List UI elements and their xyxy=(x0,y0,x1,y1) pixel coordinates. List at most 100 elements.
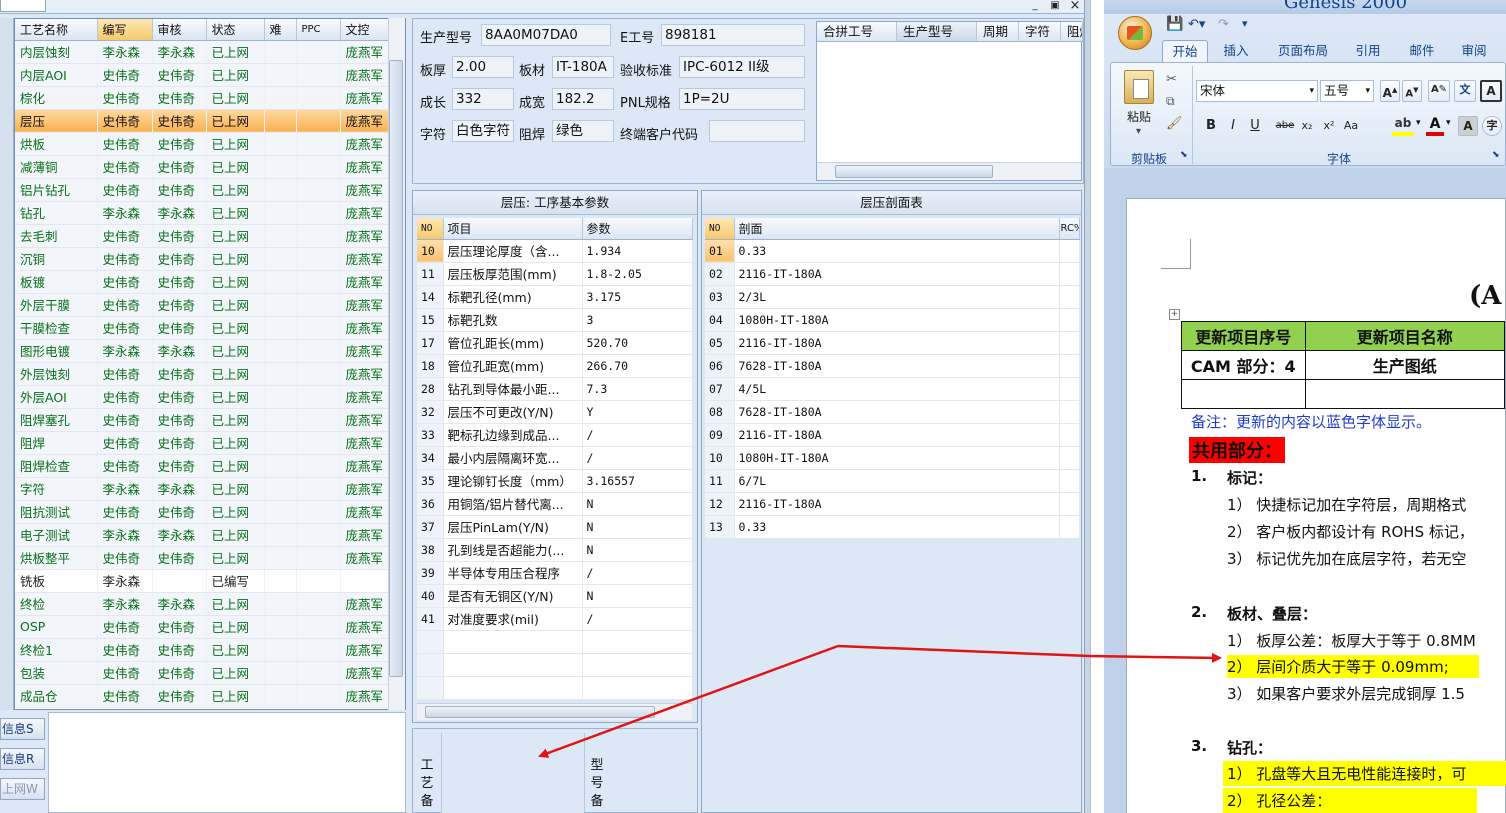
process-col-header[interactable]: PPC xyxy=(296,19,341,41)
process-cell[interactable]: 已上网 xyxy=(206,546,265,570)
process-row[interactable]: 减薄铜 史伟奇 史伟奇 已上网 庞燕军 xyxy=(15,155,390,179)
param-row[interactable]: 18 管位孔距宽(mm) 266.70 xyxy=(417,354,693,378)
paste-dropdown-icon[interactable]: ▾ xyxy=(1136,126,1141,137)
process-cell[interactable]: 庞燕军 xyxy=(340,201,390,225)
process-cell[interactable] xyxy=(296,201,341,225)
process-cell[interactable] xyxy=(264,661,297,685)
process-cell[interactable] xyxy=(264,569,297,593)
param-cell[interactable]: 1.934 xyxy=(582,239,693,263)
process-cell[interactable]: 史伟奇 xyxy=(97,224,153,248)
param-cell[interactable]: 最小内层隔离环宽... xyxy=(443,446,583,470)
process-cell[interactable]: 史伟奇 xyxy=(152,86,207,110)
process-cell[interactable] xyxy=(264,523,297,547)
process-cell[interactable]: 已上网 xyxy=(206,270,265,294)
param-row[interactable]: 17 管位孔距长(mm) 520.70 xyxy=(417,331,693,355)
process-cell[interactable] xyxy=(264,224,297,248)
param-cell[interactable]: N xyxy=(582,584,693,608)
process-cell[interactable]: 外层蚀刻 xyxy=(15,362,98,386)
process-cell[interactable]: 史伟奇 xyxy=(97,293,153,317)
process-cell[interactable] xyxy=(296,523,341,547)
process-cell[interactable]: 史伟奇 xyxy=(97,638,153,662)
material-field[interactable]: IT-180A xyxy=(552,56,614,78)
process-cell[interactable]: 阻焊塞孔 xyxy=(15,408,98,432)
stack-cell[interactable]: 2116-IT-180A xyxy=(734,262,1060,286)
process-cell[interactable]: 史伟奇 xyxy=(97,546,153,570)
param-cell[interactable]: 管位孔距长(mm) xyxy=(443,331,583,355)
process-cell[interactable] xyxy=(296,615,341,639)
process-cell[interactable]: 烘板整平 xyxy=(15,546,98,570)
param-cell[interactable]: 18 xyxy=(417,354,444,378)
stack-cell[interactable] xyxy=(1059,262,1080,286)
process-cell[interactable]: 去毛刺 xyxy=(15,224,98,248)
process-cell[interactable] xyxy=(296,592,341,616)
process-cell[interactable]: 李永森 xyxy=(152,339,207,363)
table-move-handle-icon[interactable]: + xyxy=(1169,309,1180,320)
process-col-header[interactable]: 工艺名称 xyxy=(15,19,98,41)
grow-font-icon[interactable]: A▲ xyxy=(1380,80,1400,102)
param-cell[interactable]: 28 xyxy=(417,377,444,401)
process-cell[interactable]: 铣板 xyxy=(15,569,98,593)
process-row[interactable]: 图形电镀 李永森 李永森 已上网 庞燕军 xyxy=(15,339,390,363)
enclose-char-icon[interactable]: 字 xyxy=(1482,116,1502,136)
process-cell[interactable] xyxy=(296,684,341,708)
process-cell[interactable] xyxy=(264,63,297,87)
process-cell[interactable]: 史伟奇 xyxy=(152,684,207,708)
process-row[interactable]: 阻焊检查 史伟奇 史伟奇 已上网 庞燕军 xyxy=(15,454,390,478)
model-field[interactable]: 8AA0M07DA0 xyxy=(481,24,611,46)
process-cell[interactable] xyxy=(264,362,297,386)
process-cell[interactable]: 庞燕军 xyxy=(340,615,390,639)
process-cell[interactable]: 外层AOI xyxy=(15,385,98,409)
process-cell[interactable]: 史伟奇 xyxy=(152,362,207,386)
process-cell[interactable]: 沉铜 xyxy=(15,247,98,271)
param-cell[interactable]: 32 xyxy=(417,400,444,424)
online-w-button[interactable]: 上网W xyxy=(0,778,45,800)
underline-button[interactable]: U xyxy=(1244,116,1266,136)
stack-cell[interactable] xyxy=(1059,354,1080,378)
param-row[interactable]: 41 对准度要求(mil) / xyxy=(417,607,693,631)
process-cell[interactable]: 已上网 xyxy=(206,86,265,110)
process-cell[interactable]: 已上网 xyxy=(206,293,265,317)
process-cell[interactable] xyxy=(264,247,297,271)
process-row[interactable]: 成品仓 史伟奇 史伟奇 已上网 庞燕军 xyxy=(15,684,390,708)
process-cell[interactable] xyxy=(296,500,341,524)
stack-row[interactable]: 10 1080H-IT-180A xyxy=(705,446,1080,470)
param-cell[interactable]: N xyxy=(582,538,693,562)
process-cell[interactable]: 史伟奇 xyxy=(97,155,153,179)
stack-cell[interactable] xyxy=(1059,492,1080,516)
process-cell[interactable]: 外层干膜 xyxy=(15,293,98,317)
stack-cell[interactable]: 2116-IT-180A xyxy=(734,423,1060,447)
phonetic-guide-icon[interactable]: 文 xyxy=(1454,80,1476,102)
param-cell[interactable]: 33 xyxy=(417,423,444,447)
process-row[interactable]: 去毛刺 史伟奇 史伟奇 已上网 庞燕军 xyxy=(15,224,390,248)
process-cell[interactable] xyxy=(264,201,297,225)
stack-cell[interactable]: 06 xyxy=(705,354,735,378)
process-cell[interactable]: 庞燕军 xyxy=(340,316,390,340)
process-col-header[interactable]: 编写 xyxy=(97,19,153,41)
process-cell[interactable]: 成品仓 xyxy=(15,684,98,708)
stack-cell[interactable]: 2116-IT-180A xyxy=(734,492,1060,516)
process-cell[interactable]: 阻抗测试 xyxy=(15,500,98,524)
clear-format-icon[interactable]: A✎ xyxy=(1428,80,1450,102)
process-cell[interactable] xyxy=(296,569,341,593)
process-cell[interactable]: 内层AOI xyxy=(15,63,98,87)
tab-page-layout[interactable]: 页面布局 xyxy=(1272,40,1334,62)
process-cell[interactable]: 已上网 xyxy=(206,155,265,179)
process-cell[interactable]: 庞燕军 xyxy=(340,500,390,524)
process-cell[interactable]: 史伟奇 xyxy=(97,316,153,340)
merge-col-header[interactable]: 字符 xyxy=(1019,22,1061,42)
length-field[interactable]: 332 xyxy=(452,88,514,110)
process-cell[interactable] xyxy=(296,638,341,662)
process-cell[interactable]: 已编写 xyxy=(206,569,265,593)
process-cell[interactable] xyxy=(296,408,341,432)
stack-row[interactable]: 06 7628-IT-180A xyxy=(705,354,1080,378)
paste-icon[interactable] xyxy=(1124,70,1154,104)
stack-cell[interactable] xyxy=(1059,423,1080,447)
param-cell[interactable]: 266.70 xyxy=(582,354,693,378)
param-cell[interactable]: 半导体专用压合程序 xyxy=(443,561,583,585)
process-row[interactable]: 铝片钻孔 史伟奇 史伟奇 已上网 庞燕军 xyxy=(15,178,390,202)
process-cell[interactable] xyxy=(264,178,297,202)
process-cell[interactable] xyxy=(264,132,297,156)
process-row[interactable]: 干膜检查 史伟奇 史伟奇 已上网 庞燕军 xyxy=(15,316,390,340)
param-row[interactable]: 15 标靶孔数 3 xyxy=(417,308,693,332)
stack-rc-header[interactable]: RC% xyxy=(1059,218,1080,240)
